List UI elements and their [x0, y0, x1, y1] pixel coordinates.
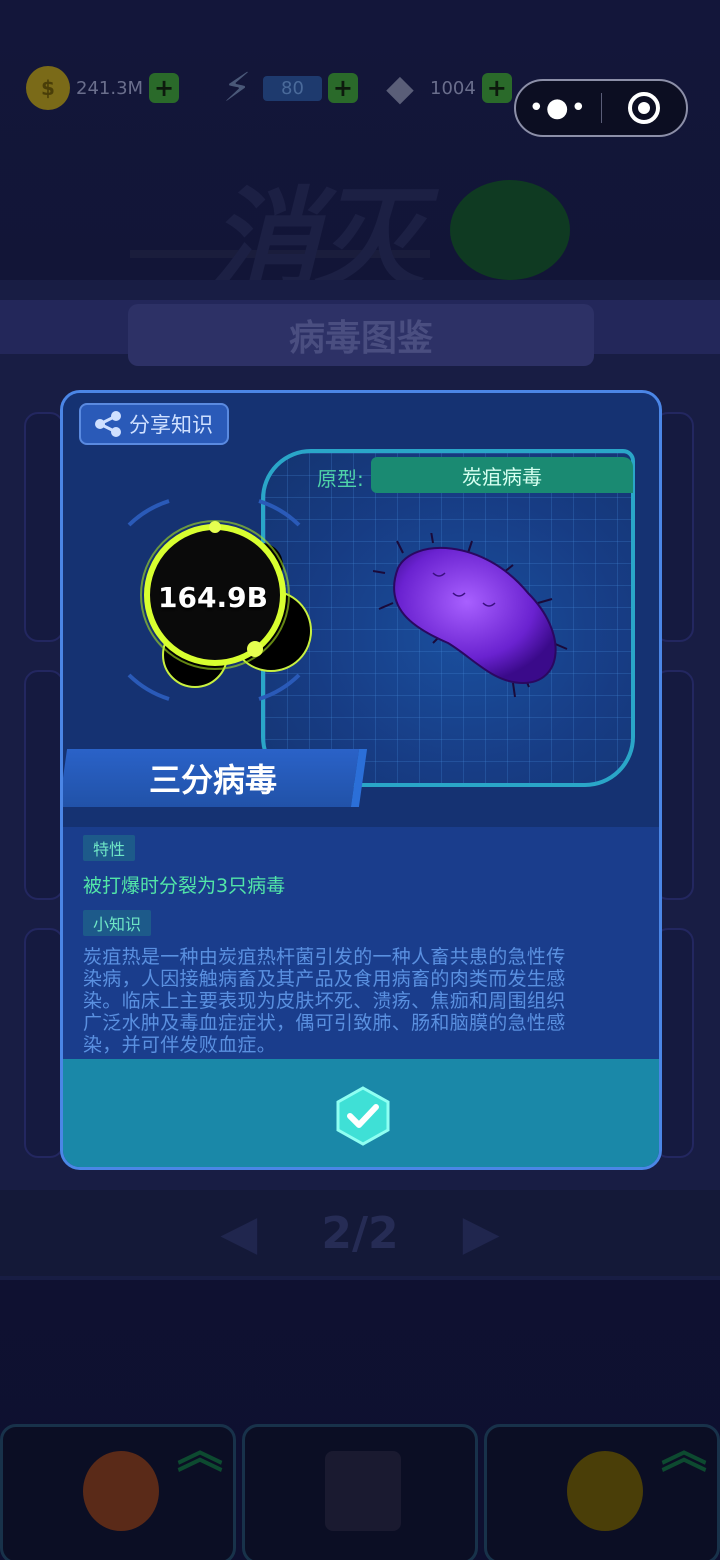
card-left-3	[24, 928, 64, 1158]
logo-virus-art	[450, 180, 570, 280]
prototype-name: 炭疽病毒	[371, 457, 633, 493]
check-icon	[336, 1086, 390, 1146]
knowledge-text: 炭疽热是一种由炭疽热杆菌引发的一种人畜共患的急性传 染病，人因接触病畜及其产品及…	[83, 946, 639, 1056]
page-title: 病毒图鉴	[128, 304, 594, 366]
card-left-2	[24, 670, 64, 900]
game-logo: 消灭	[0, 140, 720, 304]
fighter-plane-icon	[325, 1451, 401, 1531]
coin-value: 241.3M	[76, 77, 144, 99]
share-icon	[95, 411, 121, 437]
next-page-icon[interactable]: ▶	[463, 1205, 500, 1261]
add-energy-button[interactable]: +	[327, 73, 358, 103]
knowledge-line: 广泛水肿及毒血症症状，偶可引致肺、肠和脑膜的急性感	[83, 1012, 566, 1034]
upgrade-chevron-icon: ︽	[177, 1424, 223, 1478]
hero-upgrade-button[interactable]: ︽	[0, 1424, 236, 1560]
trait-text: 被打爆时分裂为3只病毒	[83, 875, 286, 897]
knowledge-line: 炭疽热是一种由炭疽热杆菌引发的一种人畜共患的急性传	[83, 946, 566, 968]
virus-info: 特性 被打爆时分裂为3只病毒 小知识 炭疽热是一种由炭疽热杆菌引发的一种人畜共患…	[63, 827, 659, 1059]
gold-coin-icon	[567, 1451, 643, 1531]
plane-button[interactable]	[242, 1424, 478, 1560]
card-left-1	[24, 412, 64, 642]
bacteria-image	[373, 533, 568, 698]
gem-counter: ◆ 1004 +	[378, 67, 512, 109]
hero-avatar-icon	[83, 1451, 159, 1531]
share-label: 分享知识	[129, 413, 213, 437]
add-gems-button[interactable]: +	[481, 73, 512, 103]
diamond-icon: ◆	[386, 67, 414, 109]
prev-page-icon[interactable]: ◀	[220, 1205, 257, 1261]
energy-counter: ⚡ 80 +	[215, 65, 358, 111]
close-capsule-button[interactable]	[602, 92, 687, 124]
modal-footer	[63, 1059, 659, 1167]
gem-value: 1004	[430, 77, 476, 99]
knowledge-tag: 小知识	[83, 910, 152, 936]
knowledge-line: 染病，人因接触病畜及其产品及食用病畜的肉类而发生感	[83, 968, 566, 990]
page-indicator: 2/2	[321, 1207, 399, 1259]
virus-value: 164.9B	[158, 581, 268, 614]
knowledge-line: 染。临床上主要表现为皮肤坏死、溃疡、焦痂和周围组织	[83, 990, 566, 1012]
pager: ◀ 2/2 ▶	[0, 1190, 720, 1276]
lightning-icon: ⚡	[222, 65, 252, 111]
add-coins-button[interactable]: +	[149, 73, 180, 103]
confirm-button[interactable]	[333, 1085, 393, 1147]
upgrade-chevron-icon: ︽	[661, 1424, 707, 1478]
prototype-label: 原型:	[317, 467, 364, 491]
miniprogram-capsule: •●•	[514, 79, 688, 137]
virus-name: 三分病毒	[149, 761, 278, 799]
record-icon	[627, 92, 660, 124]
knowledge-line: 染，并可伴发败血症。	[83, 1034, 277, 1056]
coin-upgrade-button[interactable]: ︽	[484, 1424, 720, 1560]
energy-value: 80	[263, 75, 322, 101]
coin-counter: $ 241.3M +	[26, 66, 180, 110]
share-knowledge-button[interactable]: 分享知识	[79, 403, 229, 445]
bottom-nav: ︽ ︽	[0, 1424, 720, 1560]
more-dots-icon[interactable]: •●•	[516, 93, 601, 123]
coin-icon: $	[26, 66, 70, 110]
virus-detail-modal: 分享知识 原型: 炭疽病毒 164.9B 三分病毒 特性 被打爆时分裂为3只病毒…	[60, 390, 662, 1170]
trait-tag: 特性	[83, 835, 136, 861]
